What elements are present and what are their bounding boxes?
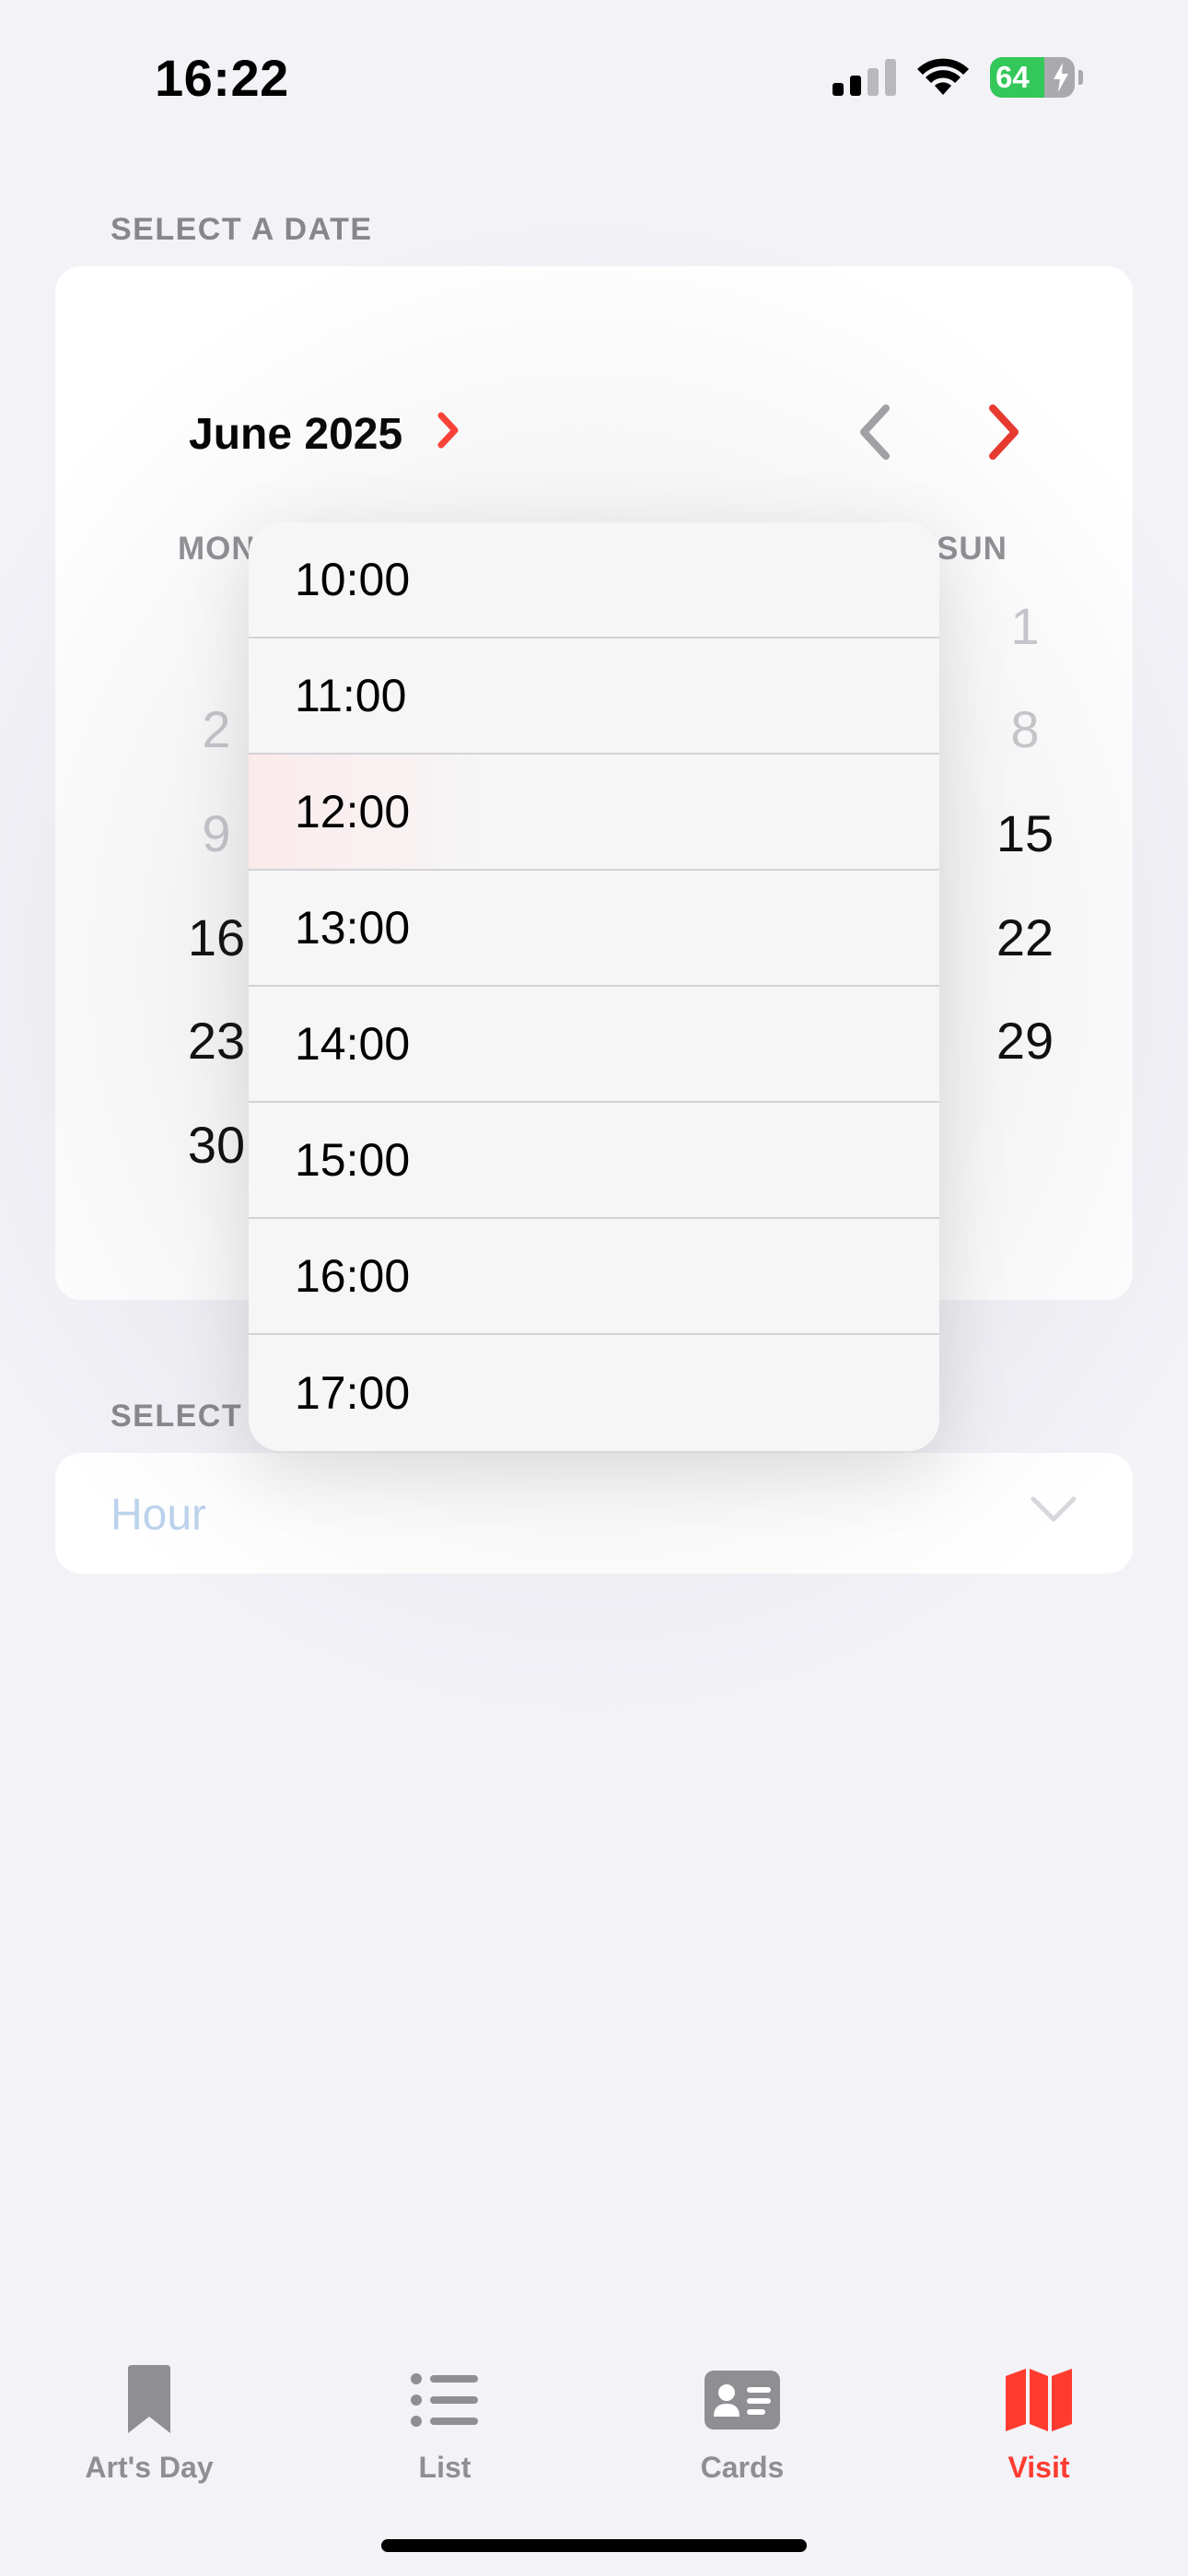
- tab-list[interactable]: List: [339, 2359, 551, 2485]
- hour-option[interactable]: 13:00: [249, 871, 939, 987]
- wifi-icon: [917, 58, 969, 95]
- chevron-right-icon: [989, 404, 1019, 460]
- weekday-sun: SUN: [937, 531, 1007, 567]
- battery-percent: 64: [996, 60, 1030, 94]
- hour-option[interactable]: 10:00: [249, 522, 939, 638]
- previous-month-button[interactable]: [838, 395, 912, 469]
- next-month-button[interactable]: [967, 395, 1041, 469]
- hour-placeholder: Hour: [111, 1491, 207, 1540]
- hour-dropdown-menu: 10:00 11:00 12:00 13:00 14:00 15:00 16:0…: [249, 522, 939, 1451]
- calendar-day[interactable]: 29: [970, 1011, 1080, 1071]
- tab-cards[interactable]: Cards: [636, 2359, 848, 2485]
- id-card-icon: [705, 2371, 780, 2430]
- month-label[interactable]: June 2025: [189, 409, 402, 460]
- weekday-mon: MON: [178, 531, 256, 567]
- tab-label: Cards: [700, 2451, 785, 2484]
- status-icons: 64: [833, 57, 1083, 98]
- home-indicator: [381, 2539, 807, 2552]
- tab-visit[interactable]: Visit: [933, 2359, 1145, 2485]
- tab-label: Visit: [1007, 2451, 1070, 2484]
- calendar-day[interactable]: 15: [970, 803, 1080, 863]
- hour-option[interactable]: 14:00: [249, 987, 939, 1103]
- hour-select[interactable]: Hour: [55, 1453, 1133, 1574]
- hour-option[interactable]: 15:00: [249, 1103, 939, 1219]
- select-date-label: SELECT A DATE: [111, 212, 373, 247]
- hour-option[interactable]: 12:00: [249, 755, 939, 871]
- month-chevron-icon[interactable]: [437, 411, 460, 450]
- hour-option[interactable]: 16:00: [249, 1219, 939, 1335]
- calendar-day: 8: [1010, 700, 1040, 758]
- battery-icon: 64: [990, 57, 1075, 98]
- list-icon: [411, 2373, 478, 2427]
- hour-option[interactable]: 11:00: [249, 638, 939, 755]
- tab-label: Art's Day: [85, 2451, 214, 2484]
- tab-arts-day[interactable]: Art's Day: [43, 2359, 255, 2485]
- map-icon: [1006, 2369, 1072, 2431]
- bookmark-icon: [128, 2365, 170, 2433]
- hour-option[interactable]: 17:00: [249, 1335, 939, 1451]
- calendar-day[interactable]: 22: [970, 907, 1080, 967]
- tab-label: List: [418, 2451, 472, 2484]
- chevron-left-icon: [860, 404, 890, 460]
- status-time: 16:22: [155, 49, 289, 107]
- cellular-signal-icon: [833, 59, 896, 96]
- chevron-down-icon: [1031, 1496, 1077, 1522]
- calendar-day: 1: [1010, 597, 1040, 655]
